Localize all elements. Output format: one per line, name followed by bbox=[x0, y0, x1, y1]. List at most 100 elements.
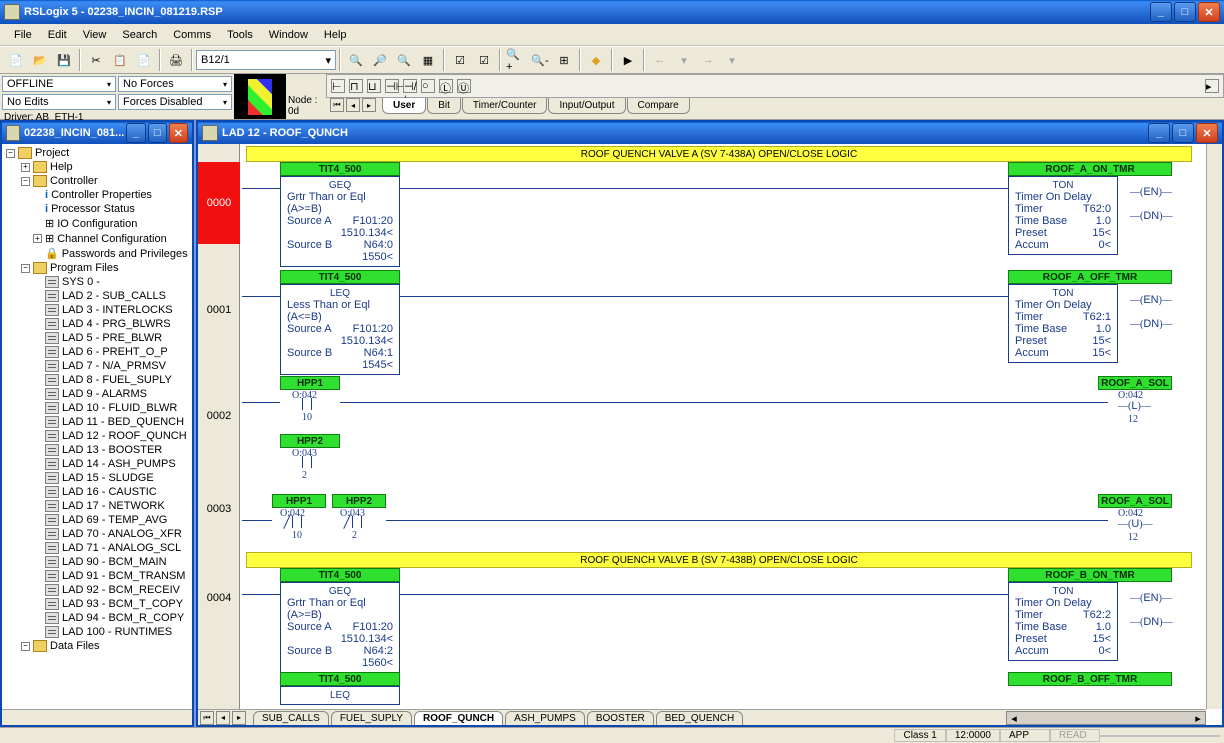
forces-status[interactable]: No Forces▾ bbox=[118, 76, 232, 92]
menu-window[interactable]: Window bbox=[261, 27, 316, 43]
open-icon[interactable]: 📂 bbox=[29, 49, 51, 71]
minimize-button[interactable]: _ bbox=[1150, 2, 1172, 22]
fwd-dd-icon[interactable]: ▾ bbox=[721, 49, 743, 71]
tree-minimize-button[interactable]: _ bbox=[126, 123, 145, 143]
instr-xio-icon[interactable]: ⊣/⊢ bbox=[403, 79, 417, 93]
instr-otu-icon[interactable]: Ⓤ bbox=[457, 79, 471, 93]
sol-bit: 12 bbox=[1128, 414, 1138, 425]
offline-status[interactable]: OFFLINE▾ bbox=[2, 76, 116, 92]
rung-number-1[interactable]: 0001 bbox=[198, 270, 240, 350]
hpp1-bit: 10 bbox=[302, 412, 312, 423]
instr-ote-icon[interactable]: ○ bbox=[421, 79, 435, 93]
save-icon[interactable]: 💾 bbox=[53, 49, 75, 71]
file-tab-booster[interactable]: BOOSTER bbox=[587, 711, 654, 725]
file-tab-first-icon[interactable]: ⏮ bbox=[200, 711, 214, 725]
file-tab-ash-pumps[interactable]: ASH_PUMPS bbox=[505, 711, 585, 725]
leq-instruction-1[interactable]: LEQ Less Than or Eql (A<=B) Source AF101… bbox=[280, 284, 400, 375]
xic-hpp1[interactable] bbox=[298, 398, 316, 410]
geq-instruction-4[interactable]: GEQ Grtr Than or Eql (A>=B) Source AF101… bbox=[280, 582, 400, 673]
instr-tab-compare[interactable]: Compare bbox=[627, 98, 690, 114]
new-icon[interactable]: 📄 bbox=[5, 49, 27, 71]
instr-tab-prev-icon[interactable]: ◂ bbox=[346, 98, 360, 112]
zoom-fit-icon[interactable]: ⊞ bbox=[553, 49, 575, 71]
tree-hscrollbar[interactable] bbox=[2, 709, 192, 725]
verify-project-icon[interactable]: ☑ bbox=[473, 49, 495, 71]
ladder-maximize-button[interactable]: □ bbox=[1172, 123, 1194, 143]
file-tab-prev-icon[interactable]: ◂ bbox=[216, 711, 230, 725]
copy-icon[interactable]: 📋 bbox=[109, 49, 131, 71]
print-icon[interactable]: 🖨 bbox=[165, 49, 187, 71]
file-tab-sub-calls[interactable]: SUB_CALLS bbox=[253, 711, 329, 725]
ladder-content[interactable]: 0000 0001 0002 0003 0004 ROOF QUENCH VAL… bbox=[198, 144, 1222, 725]
zoom-out-icon[interactable]: 🔍- bbox=[529, 49, 551, 71]
inst-header-hpp2: HPP2 bbox=[280, 434, 340, 448]
xic-hpp2[interactable] bbox=[298, 456, 316, 468]
maximize-button[interactable]: □ bbox=[1174, 2, 1196, 22]
address-combo[interactable]: B12/1 ▾ bbox=[196, 50, 336, 70]
instr-tab-user[interactable]: User bbox=[382, 98, 426, 114]
back-icon[interactable]: ← bbox=[649, 49, 671, 71]
tree-lad2: LAD 2 - SUB_CALLS bbox=[4, 289, 190, 303]
leq-instruction-5[interactable]: LEQ bbox=[280, 686, 400, 705]
find-next-icon[interactable]: 🔎 bbox=[369, 49, 391, 71]
ladder-hscrollbar[interactable]: ⏮ ◂ ▸ SUB_CALLS FUEL_SUPLY ROOF_QUNCH AS… bbox=[198, 709, 1206, 725]
instr-tab-first-icon[interactable]: ⏮ bbox=[330, 98, 344, 112]
file-tab-next-icon[interactable]: ▸ bbox=[232, 711, 246, 725]
ladder-vscrollbar[interactable] bbox=[1206, 144, 1222, 709]
menu-view[interactable]: View bbox=[75, 27, 115, 43]
cut-icon[interactable]: ✂ bbox=[85, 49, 107, 71]
xio-hpp1[interactable] bbox=[288, 516, 306, 528]
rung-number-0[interactable]: 0000 bbox=[198, 162, 240, 244]
instr-branch2-icon[interactable]: ⊔ bbox=[367, 79, 381, 93]
goto-icon[interactable]: ▦ bbox=[417, 49, 439, 71]
instr-tab-bit[interactable]: Bit bbox=[427, 98, 461, 114]
file-tab-roof-qunch[interactable]: ROOF_QUNCH bbox=[414, 711, 503, 725]
menu-file[interactable]: File bbox=[6, 27, 40, 43]
geq-instruction-0[interactable]: GEQ Grtr Than or Eql (A>=B) Source AF101… bbox=[280, 176, 400, 267]
fwd-icon[interactable]: → bbox=[697, 49, 719, 71]
rung-number-4[interactable]: 0004 bbox=[198, 558, 240, 638]
en-coil: —(EN)— bbox=[1130, 294, 1172, 306]
instr-scroll-icon[interactable]: ▸ bbox=[1205, 79, 1219, 93]
project-tree[interactable]: −Project +Help −Controller iController P… bbox=[2, 144, 192, 709]
rung-number-2[interactable]: 0002 bbox=[198, 376, 240, 456]
ton-instruction-0[interactable]: TON Timer On Delay TimerT62:0 Time Base1… bbox=[1008, 176, 1118, 255]
file-tab-fuel-suply[interactable]: FUEL_SUPLY bbox=[331, 711, 412, 725]
find-prev-icon[interactable]: 🔍 bbox=[393, 49, 415, 71]
file-tab-bed-quench[interactable]: BED_QUENCH bbox=[656, 711, 743, 725]
address-combo-value: B12/1 bbox=[201, 54, 230, 66]
close-button[interactable]: ✕ bbox=[1198, 2, 1220, 22]
instr-rung-icon[interactable]: ⊢ bbox=[331, 79, 345, 93]
paste-icon[interactable]: 📄 bbox=[133, 49, 155, 71]
ton-instruction-4[interactable]: TON Timer On Delay TimerT62:2 Time Base1… bbox=[1008, 582, 1118, 661]
play-icon[interactable]: ▶ bbox=[617, 49, 639, 71]
forces-disabled-status[interactable]: Forces Disabled▾ bbox=[118, 94, 232, 110]
instr-tab-next-icon[interactable]: ▸ bbox=[362, 98, 376, 112]
instr-tab-timer[interactable]: Timer/Counter bbox=[462, 98, 548, 114]
instr-tab-io[interactable]: Input/Output bbox=[548, 98, 625, 114]
verify-file-icon[interactable]: ☑ bbox=[449, 49, 471, 71]
instr-otl-icon[interactable]: Ⓛ bbox=[439, 79, 453, 93]
tree-lad13: LAD 13 - BOOSTER bbox=[4, 443, 190, 457]
window-icon[interactable]: ◆ bbox=[585, 49, 607, 71]
edits-status[interactable]: No Edits▾ bbox=[2, 94, 116, 110]
tree-lad92: LAD 92 - BCM_RECEIV bbox=[4, 583, 190, 597]
instr-xic-icon[interactable]: ⊣⊢ bbox=[385, 79, 399, 93]
menu-help[interactable]: Help bbox=[316, 27, 355, 43]
tree-close-button[interactable]: ✕ bbox=[169, 123, 188, 143]
ladder-close-button[interactable]: ✕ bbox=[1196, 123, 1218, 143]
menu-comms[interactable]: Comms bbox=[165, 27, 219, 43]
back-dd-icon[interactable]: ▾ bbox=[673, 49, 695, 71]
rung-number-3[interactable]: 0003 bbox=[198, 484, 240, 534]
xio-hpp2[interactable] bbox=[348, 516, 366, 528]
inst-header-hpp2-3: HPP2 bbox=[332, 494, 386, 508]
ton-instruction-1[interactable]: TON Timer On Delay TimerT62:1 Time Base1… bbox=[1008, 284, 1118, 363]
tree-maximize-button[interactable]: □ bbox=[148, 123, 167, 143]
menu-tools[interactable]: Tools bbox=[219, 27, 261, 43]
zoom-in-icon[interactable]: 🔍+ bbox=[505, 49, 527, 71]
menu-edit[interactable]: Edit bbox=[40, 27, 75, 43]
find-icon[interactable]: 🔍 bbox=[345, 49, 367, 71]
ladder-minimize-button[interactable]: _ bbox=[1148, 123, 1170, 143]
instr-branch-icon[interactable]: ⊓ bbox=[349, 79, 363, 93]
menu-search[interactable]: Search bbox=[114, 27, 165, 43]
